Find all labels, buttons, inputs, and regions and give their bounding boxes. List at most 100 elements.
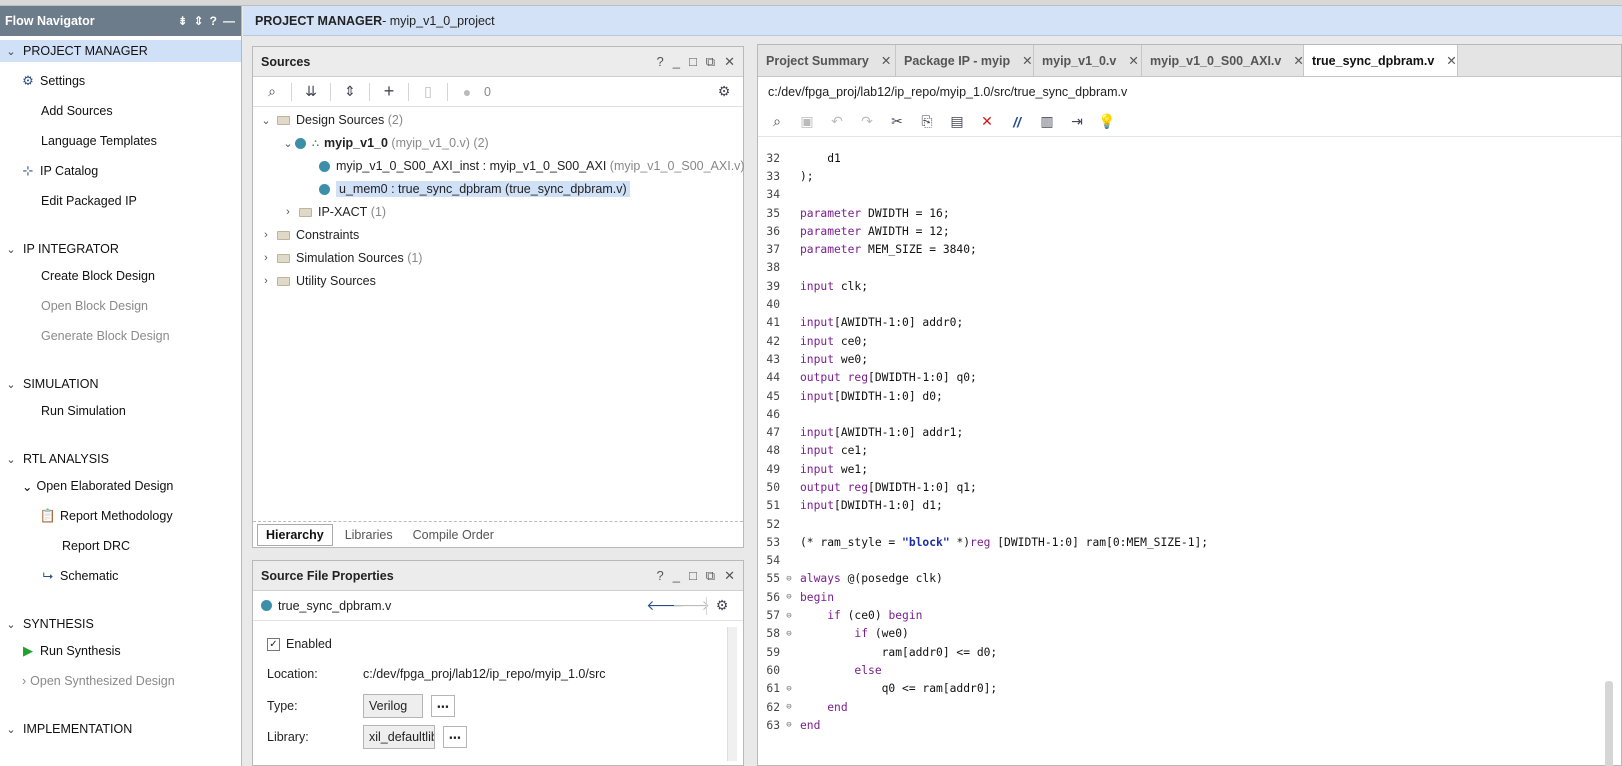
close-icon[interactable]: ✕ xyxy=(1446,53,1456,68)
paste-icon[interactable]: ▤ xyxy=(944,111,970,133)
gear-icon[interactable]: ⚙ xyxy=(711,81,737,103)
flow-item-generate-block-design[interactable]: Generate Block Design xyxy=(41,325,170,347)
code-line[interactable]: 59 ram[addr0] <= d0; xyxy=(758,643,1621,661)
help-icon[interactable]: ? xyxy=(210,14,217,28)
chevron-down-icon[interactable]: ⌄ xyxy=(281,137,295,150)
code-line[interactable]: 62 ⊖ end xyxy=(758,698,1621,716)
library-more-button[interactable]: ⋯ xyxy=(443,726,467,748)
tree-child-mem[interactable]: u_mem0 : true_sync_dpbram (true_sync_dpb… xyxy=(319,178,630,200)
close-icon[interactable]: ✕ xyxy=(724,568,735,584)
collapse-all-icon[interactable]: ⇟ xyxy=(178,14,188,28)
forward-arrow-icon[interactable]: 🡒 xyxy=(672,595,710,617)
code-line[interactable]: 50 output reg[DWIDTH-1:0] q1; xyxy=(758,478,1621,496)
close-icon[interactable]: ✕ xyxy=(1128,53,1138,68)
flow-item-open-block-design[interactable]: Open Block Design xyxy=(41,295,148,317)
help-icon[interactable]: ? xyxy=(656,568,663,584)
minimize-icon[interactable]: _ xyxy=(673,54,680,70)
tab-hierarchy[interactable]: Hierarchy xyxy=(257,523,333,546)
code-line[interactable]: 34 xyxy=(758,186,1621,204)
code-line[interactable]: 33); xyxy=(758,167,1621,185)
help-icon[interactable]: ? xyxy=(656,54,663,70)
flow-section-synthesis[interactable]: ⌄ SYNTHESIS xyxy=(0,613,93,635)
fold-icon[interactable]: ⊖ xyxy=(782,720,796,730)
chevron-down-icon[interactable]: ⌄ xyxy=(3,618,19,631)
minimize-icon[interactable]: — xyxy=(223,14,235,28)
indent-icon[interactable]: ⇥ xyxy=(1064,111,1090,133)
tab-project-summary[interactable]: Project Summary ✕ xyxy=(758,45,896,76)
code-line[interactable]: 52 xyxy=(758,515,1621,533)
fold-icon[interactable]: ⊖ xyxy=(782,702,796,712)
flow-item-run-simulation[interactable]: Run Simulation xyxy=(41,400,126,422)
chevron-down-icon[interactable]: ⌄ xyxy=(3,243,19,256)
code-line[interactable]: 43 input we0; xyxy=(758,350,1621,368)
fold-icon[interactable]: ⊖ xyxy=(782,684,796,694)
chevron-right-icon[interactable]: › xyxy=(259,275,273,287)
flow-section-ip-integrator[interactable]: ⌄ IP INTEGRATOR xyxy=(0,238,118,260)
properties-scrollbar[interactable] xyxy=(727,627,737,761)
float-icon[interactable]: ⧉ xyxy=(706,568,715,584)
chevron-down-icon[interactable]: ⌄ xyxy=(259,114,273,127)
tree-top-module[interactable]: ⌄ ⛬ myip_v1_0 (myip_v1_0.v) (2) xyxy=(281,132,488,154)
tab-true-sync-dpbram[interactable]: true_sync_dpbram.v ✕ xyxy=(1304,45,1458,76)
delete-icon[interactable]: ✕ xyxy=(974,111,1000,133)
code-line[interactable]: 53 (* ram_style = "block" *)reg [DWIDTH-1… xyxy=(758,533,1621,551)
fold-icon[interactable]: ⊖ xyxy=(782,592,796,602)
fold-icon[interactable]: ⊖ xyxy=(782,611,796,621)
chevron-right-icon[interactable]: › xyxy=(259,252,273,264)
flow-section-project-manager[interactable]: ⌄ PROJECT MANAGER xyxy=(0,40,241,62)
flow-item-report-methodology[interactable]: 📋 Report Methodology xyxy=(40,505,173,527)
tab-myip-v1-0[interactable]: myip_v1_0.v ✕ xyxy=(1034,45,1142,76)
code-line[interactable]: 61 ⊖ q0 <= ram[addr0]; xyxy=(758,680,1621,698)
chevron-down-icon[interactable]: ⌄ xyxy=(3,723,19,736)
flow-item-run-synthesis[interactable]: ▶ Run Synthesis xyxy=(20,640,121,662)
code-line[interactable]: 63 ⊖ end xyxy=(758,716,1621,734)
tree-design-sources[interactable]: ⌄ Design Sources (2) xyxy=(259,109,403,131)
search-icon[interactable]: ⌕ xyxy=(764,111,790,133)
code-line[interactable]: 55 ⊖ always @(posedge clk) xyxy=(758,570,1621,588)
chevron-down-icon[interactable]: ⌄ xyxy=(3,453,19,466)
code-line[interactable]: 45 input[DWIDTH-1:0] d0; xyxy=(758,387,1621,405)
cut-icon[interactable]: ✂ xyxy=(884,111,910,133)
code-line[interactable]: 35 parameter DWIDTH = 16; xyxy=(758,204,1621,222)
flow-section-simulation[interactable]: ⌄ SIMULATION xyxy=(0,373,98,395)
code-line[interactable]: 58 ⊖ if (we0) xyxy=(758,625,1621,643)
chevron-right-icon[interactable]: › xyxy=(281,206,295,218)
checkmark-icon[interactable]: ✓ xyxy=(267,637,280,651)
redo-icon[interactable]: ↷ xyxy=(854,111,880,133)
undo-icon[interactable]: ↶ xyxy=(824,111,850,133)
flow-item-language-templates[interactable]: Language Templates xyxy=(41,130,157,152)
code-line[interactable]: 47 input[AWIDTH-1:0] addr1; xyxy=(758,423,1621,441)
chevron-down-icon[interactable]: ⌄ xyxy=(3,378,19,391)
comment-icon[interactable]: // xyxy=(1004,111,1030,133)
chevron-down-icon[interactable]: ⌄ xyxy=(22,479,32,494)
code-line[interactable]: 56 ⊖ begin xyxy=(758,588,1621,606)
code-line[interactable]: 41 input[AWIDTH-1:0] addr0; xyxy=(758,314,1621,332)
flow-item-open-elaborated-design[interactable]: ⌄ Open Elaborated Design xyxy=(0,475,173,497)
flow-item-ip-catalog[interactable]: ⊹ IP Catalog xyxy=(20,160,99,182)
flow-item-create-block-design[interactable]: Create Block Design xyxy=(41,265,155,287)
close-icon[interactable]: ✕ xyxy=(724,54,735,70)
add-sources-icon[interactable]: + xyxy=(376,81,402,103)
tab-libraries[interactable]: Libraries xyxy=(337,525,401,545)
code-line[interactable]: 32 d1 xyxy=(758,149,1621,167)
editor-scrollbar[interactable] xyxy=(1605,681,1613,766)
tree-utility-sources[interactable]: › Utility Sources xyxy=(259,270,376,292)
fold-icon[interactable]: ⊖ xyxy=(782,574,796,584)
maximize-icon[interactable]: □ xyxy=(689,54,697,70)
block-comment-icon[interactable]: ▥ xyxy=(1034,111,1060,133)
copy-icon[interactable]: ⎘ xyxy=(914,111,940,133)
code-line[interactable]: 44 output reg[DWIDTH-1:0] q0; xyxy=(758,369,1621,387)
save-icon[interactable]: ▣ xyxy=(794,111,820,133)
code-line[interactable]: 51 input[DWIDTH-1:0] d1; xyxy=(758,497,1621,515)
search-icon[interactable]: ⌕ xyxy=(259,81,285,103)
flow-section-rtl-analysis[interactable]: ⌄ RTL ANALYSIS xyxy=(0,448,109,470)
minimize-icon[interactable]: _ xyxy=(673,568,680,584)
flow-item-add-sources[interactable]: Add Sources xyxy=(41,100,113,122)
code-line[interactable]: 57 ⊖ if (ce0) begin xyxy=(758,606,1621,624)
code-line[interactable]: 40 xyxy=(758,295,1621,313)
flow-item-settings[interactable]: ⚙ Settings xyxy=(20,70,85,92)
chevron-down-icon[interactable]: ⌄ xyxy=(3,45,19,58)
code-line[interactable]: 46 xyxy=(758,405,1621,423)
fold-icon[interactable]: ⊖ xyxy=(782,629,796,639)
code-line[interactable]: 42 input ce0; xyxy=(758,332,1621,350)
